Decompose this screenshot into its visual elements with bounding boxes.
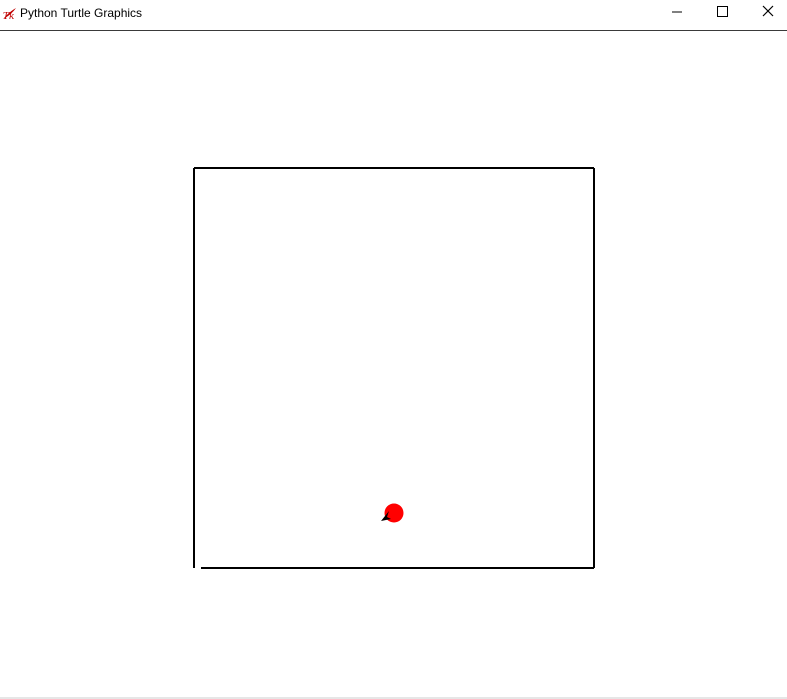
drawing-surface — [193, 167, 595, 569]
svg-text:Tk: Tk — [3, 12, 14, 22]
maximize-icon — [717, 6, 728, 17]
title-bar-divider — [0, 30, 787, 31]
minimize-icon — [672, 11, 682, 13]
close-button[interactable] — [745, 0, 787, 30]
tk-feather-icon: Tk — [2, 6, 18, 22]
close-icon — [762, 5, 774, 17]
maximize-button[interactable] — [700, 0, 746, 30]
minimize-button[interactable] — [654, 0, 700, 30]
window-title: Python Turtle Graphics — [20, 6, 143, 20]
title-bar[interactable]: Tk Python Turtle Graphics — [0, 0, 787, 31]
turtle-canvas[interactable] — [0, 32, 787, 697]
turtle-window: Tk Python Turtle Graphics — [0, 0, 787, 699]
